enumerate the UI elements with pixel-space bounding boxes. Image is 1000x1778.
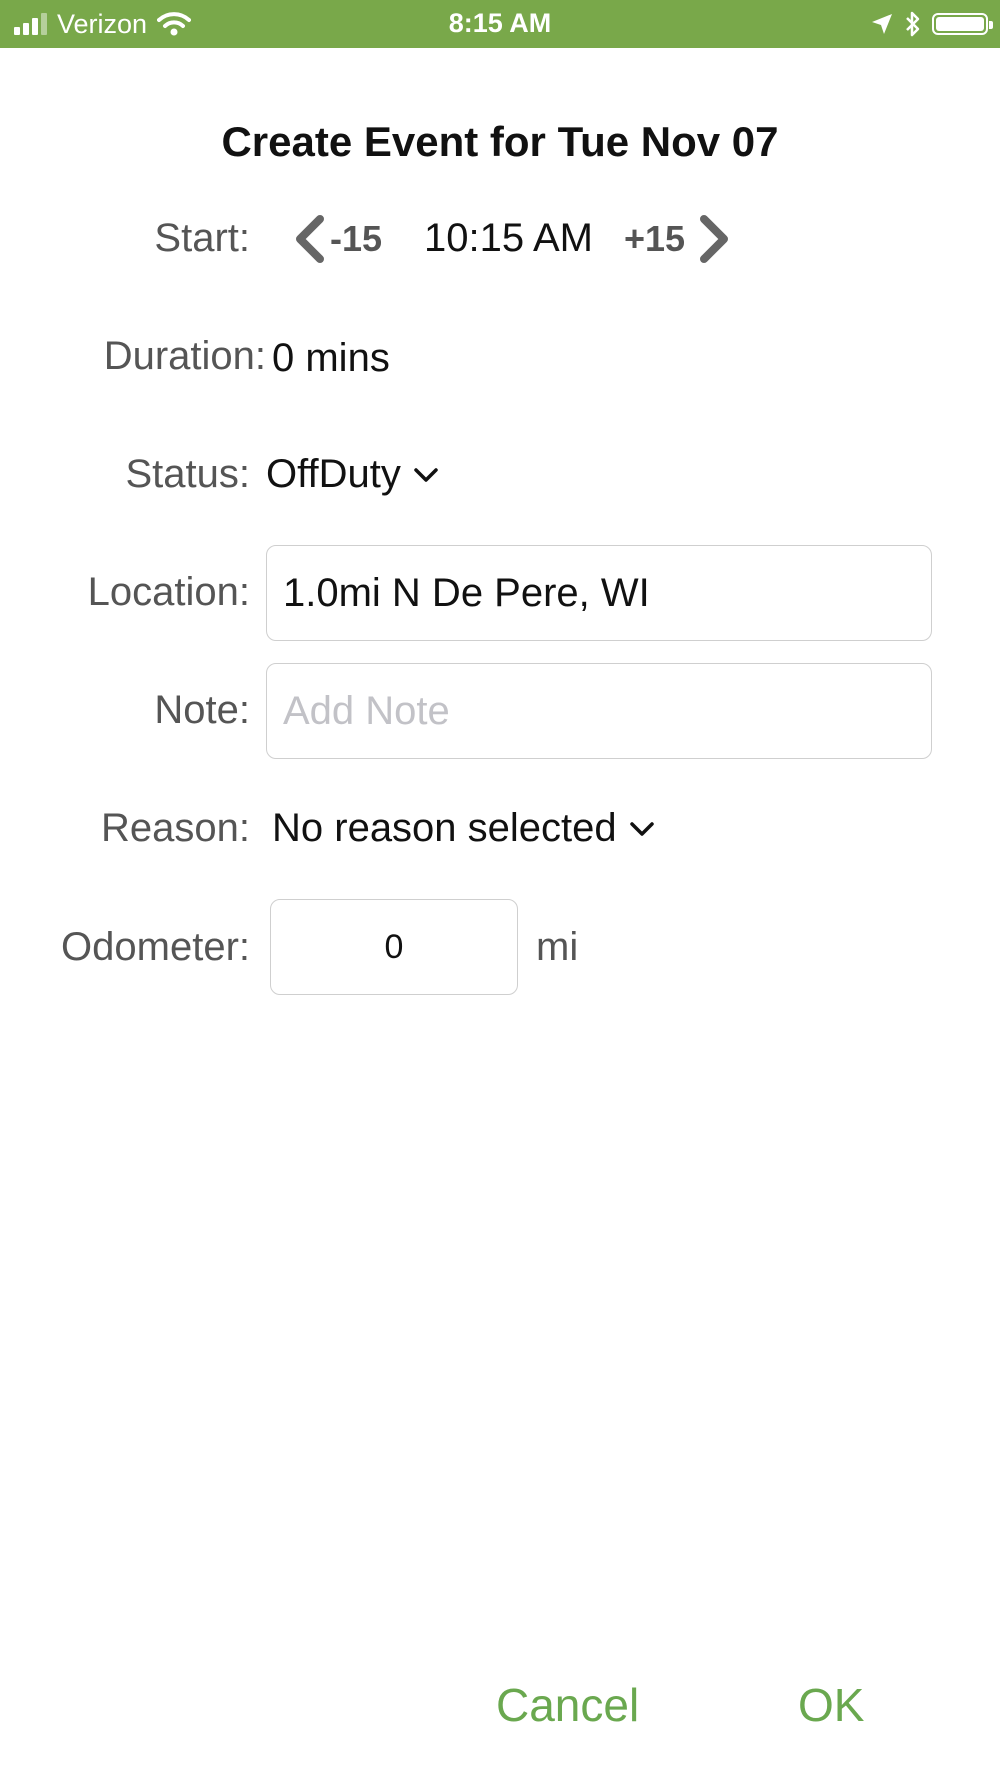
battery-icon: [932, 13, 993, 35]
reason-selected: No reason selected: [272, 806, 617, 850]
location-label: Location:: [87, 570, 250, 614]
plus-15-button[interactable]: +15: [624, 218, 685, 260]
note-input[interactable]: Add Note: [266, 663, 932, 759]
reason-label: Reason:: [101, 806, 250, 850]
status-bar-right: [870, 8, 993, 40]
start-time: 10:15 AM: [424, 216, 594, 260]
status-label: Status:: [125, 452, 250, 496]
chevron-left-icon[interactable]: [292, 214, 326, 264]
location-input[interactable]: 1.0mi N De Pere, WI: [266, 545, 932, 641]
odometer-label: Odometer:: [61, 925, 250, 969]
chevron-down-icon: [414, 467, 438, 482]
status-bar: Verizon 8:15 AM: [0, 0, 1000, 48]
status-bar-time: 8:15 AM: [448, 8, 552, 38]
reason-dropdown[interactable]: No reason selected: [272, 806, 655, 851]
dialog-title: Create Event for Tue Nov 07: [221, 118, 779, 165]
minus-15-button[interactable]: -15: [330, 218, 382, 260]
cancel-button[interactable]: Cancel: [496, 1678, 639, 1732]
status-selected: OffDuty: [266, 452, 401, 496]
duration-label: Duration:: [103, 334, 266, 378]
odometer-input[interactable]: 0: [270, 899, 518, 995]
status-dropdown[interactable]: OffDuty: [266, 452, 439, 497]
bluetooth-icon: [906, 11, 920, 37]
note-label: Note:: [154, 688, 250, 732]
chevron-right-icon[interactable]: [698, 214, 732, 264]
start-label: Start:: [154, 216, 250, 260]
ok-button[interactable]: OK: [798, 1678, 864, 1732]
duration-value: 0 mins: [272, 336, 390, 380]
chevron-down-icon: [629, 821, 654, 836]
odometer-unit: mi: [536, 925, 579, 969]
location-arrow-icon: [872, 14, 892, 34]
